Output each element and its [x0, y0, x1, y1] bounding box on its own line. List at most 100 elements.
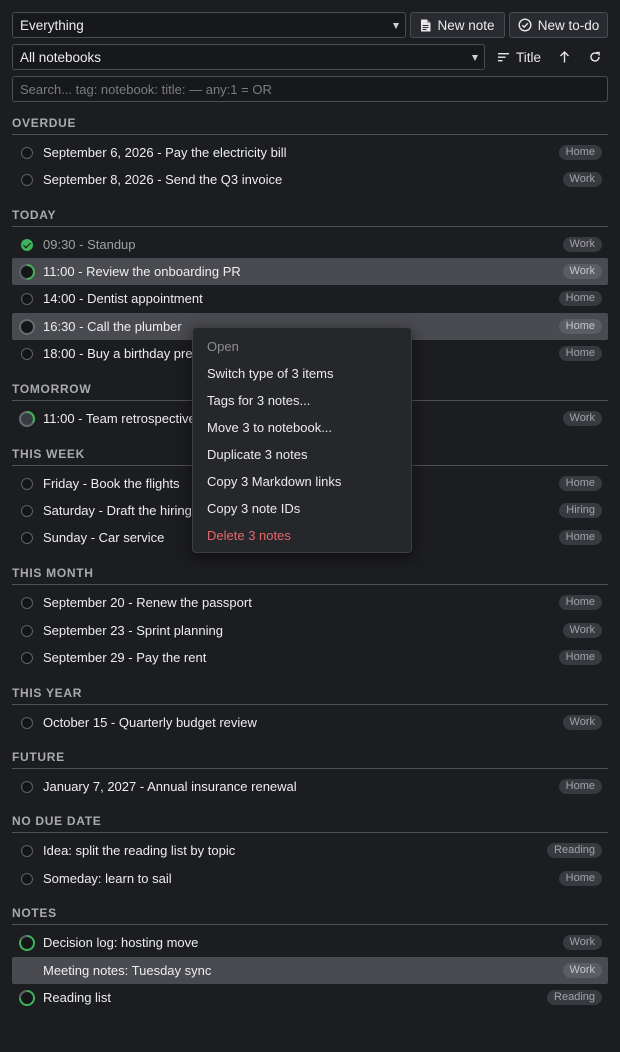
todo-title: Friday - Book the flights — [43, 476, 180, 491]
note-row-selected[interactable]: Meeting notes: Tuesday sync Work — [12, 957, 608, 984]
todo-row[interactable]: September 29 - Pay the rent Home — [12, 644, 608, 671]
todo-checkbox[interactable] — [21, 597, 33, 609]
tag-badge: Reading — [547, 843, 602, 858]
todo-row[interactable]: 14:00 - Dentist appointment Home — [12, 285, 608, 312]
search-field[interactable] — [12, 76, 608, 102]
todo-title: Sunday - Car service — [43, 530, 165, 545]
refresh-button[interactable] — [589, 45, 601, 69]
menu-item-copy-markdown-links[interactable]: Copy 3 Markdown links — [193, 468, 411, 495]
sort-field-label: Title — [516, 49, 542, 65]
todo-checkbox[interactable] — [21, 845, 33, 857]
section-header-today: TODAY — [12, 207, 608, 227]
todo-title: September 29 - Pay the rent — [43, 650, 207, 665]
menu-item-switch-type[interactable]: Switch type of 3 items — [193, 360, 411, 387]
new-todo-button[interactable]: New to-do — [509, 12, 608, 38]
new-note-button[interactable]: New note — [410, 12, 505, 38]
tag-badge: Home — [558, 145, 602, 160]
todo-title: September 20 - Renew the passport — [43, 595, 252, 610]
todo-checkbox[interactable] — [21, 293, 33, 305]
todo-row[interactable]: October 15 - Quarterly budget review Wor… — [12, 709, 608, 736]
tag-badge: Home — [558, 291, 602, 306]
todo-title: Idea: split the reading list by topic — [43, 843, 236, 858]
section-header-future: FUTURE — [12, 749, 608, 769]
arrow-up-icon — [560, 51, 569, 63]
note-title: Reading list — [43, 990, 111, 1005]
progress-ring-icon — [19, 935, 35, 951]
tag-badge: Work — [562, 172, 602, 187]
tag-badge: Home — [558, 595, 602, 610]
todo-row[interactable]: 09:30 - Standup Work — [12, 231, 608, 258]
notebook-select[interactable]: All notebooks — [12, 44, 485, 70]
progress-ring-icon — [19, 264, 35, 280]
tag-badge: Home — [558, 779, 602, 794]
todo-row[interactable]: September 23 - Sprint planning Work — [12, 617, 608, 644]
new-todo-label: New to-do — [537, 17, 600, 33]
menu-item-copy-note-ids[interactable]: Copy 3 note IDs — [193, 495, 411, 522]
menu-item-open[interactable]: Open — [193, 333, 411, 360]
note-list-panel: Everything New note New to-do All notebo… — [0, 0, 620, 1052]
todo-checkbox[interactable] — [21, 781, 33, 793]
progress-ring-icon — [19, 990, 35, 1006]
section-header-this-month: THIS MONTH — [12, 565, 608, 585]
context-menu: Open Switch type of 3 items Tags for 3 n… — [192, 327, 412, 553]
note-row[interactable]: Reading list Reading — [12, 984, 608, 1011]
todo-title: Someday: learn to sail — [43, 871, 172, 886]
todo-checkbox[interactable] — [21, 348, 33, 360]
todo-checkbox[interactable] — [21, 478, 33, 490]
tag-badge: Work — [562, 623, 602, 638]
todo-title: October 15 - Quarterly budget review — [43, 715, 257, 730]
menu-item-delete[interactable]: Delete 3 notes — [193, 522, 411, 549]
todo-checkbox[interactable] — [21, 174, 33, 186]
search-input[interactable] — [20, 81, 607, 97]
todo-checkbox-checked[interactable] — [21, 239, 33, 251]
check-circle-icon — [518, 18, 532, 32]
todo-title: 11:00 - Team retrospective — [43, 411, 196, 426]
todo-row[interactable]: September 6, 2026 - Pay the electricity … — [12, 139, 608, 166]
tag-badge: Work — [562, 264, 602, 279]
tag-badge: Work — [562, 963, 602, 978]
section-header-this-year: THIS YEAR — [12, 685, 608, 705]
chevron-down-icon — [393, 23, 399, 29]
tag-badge: Work — [562, 715, 602, 730]
note-row[interactable]: Decision log: hosting move Work — [12, 929, 608, 956]
progress-ring-icon — [19, 411, 35, 427]
tag-badge: Home — [558, 319, 602, 334]
tag-badge: Work — [562, 935, 602, 950]
tag-badge: Home — [558, 650, 602, 665]
todo-row-selected[interactable]: 11:00 - Review the onboarding PR Work — [12, 258, 608, 285]
new-note-label: New note — [437, 17, 495, 33]
todo-checkbox[interactable] — [21, 873, 33, 885]
filter-select[interactable]: Everything — [12, 12, 406, 38]
menu-item-duplicate[interactable]: Duplicate 3 notes — [193, 441, 411, 468]
todo-title: 11:00 - Review the onboarding PR — [43, 264, 241, 279]
todo-row[interactable]: September 8, 2026 - Send the Q3 invoice … — [12, 166, 608, 193]
todo-row[interactable]: Someday: learn to sail Home — [12, 865, 608, 892]
tag-badge: Reading — [547, 990, 602, 1005]
menu-item-move-to-notebook[interactable]: Move 3 to notebook... — [193, 414, 411, 441]
todo-row[interactable]: January 7, 2027 - Annual insurance renew… — [12, 773, 608, 800]
notebook-select-value: All notebooks — [20, 49, 102, 65]
todo-title: September 8, 2026 - Send the Q3 invoice — [43, 172, 283, 187]
todo-checkbox[interactable] — [21, 505, 33, 517]
tag-badge: Home — [558, 530, 602, 545]
todo-checkbox[interactable] — [21, 147, 33, 159]
todo-title: September 6, 2026 - Pay the electricity … — [43, 145, 287, 160]
todo-checkbox[interactable] — [21, 652, 33, 664]
menu-item-tags[interactable]: Tags for 3 notes... — [193, 387, 411, 414]
tag-badge: Home — [558, 871, 602, 886]
refresh-icon — [590, 51, 600, 62]
chevron-down-icon — [472, 55, 478, 61]
filter-select-value: Everything — [20, 17, 84, 33]
todo-checkbox[interactable] — [21, 625, 33, 637]
tag-badge: Work — [562, 237, 602, 252]
todo-checkbox[interactable] — [21, 717, 33, 729]
sort-direction-button[interactable] — [559, 45, 570, 69]
todo-row[interactable]: Idea: split the reading list by topic Re… — [12, 837, 608, 864]
todo-title: 16:30 - Call the plumber — [43, 319, 182, 334]
todo-row[interactable]: September 20 - Renew the passport Home — [12, 589, 608, 616]
section-header-overdue: OVERDUE — [12, 115, 608, 135]
todo-checkbox[interactable] — [21, 532, 33, 544]
tag-badge: Hiring — [559, 503, 602, 518]
note-title: Decision log: hosting move — [43, 935, 199, 950]
sort-field-button[interactable]: Title — [498, 45, 541, 69]
